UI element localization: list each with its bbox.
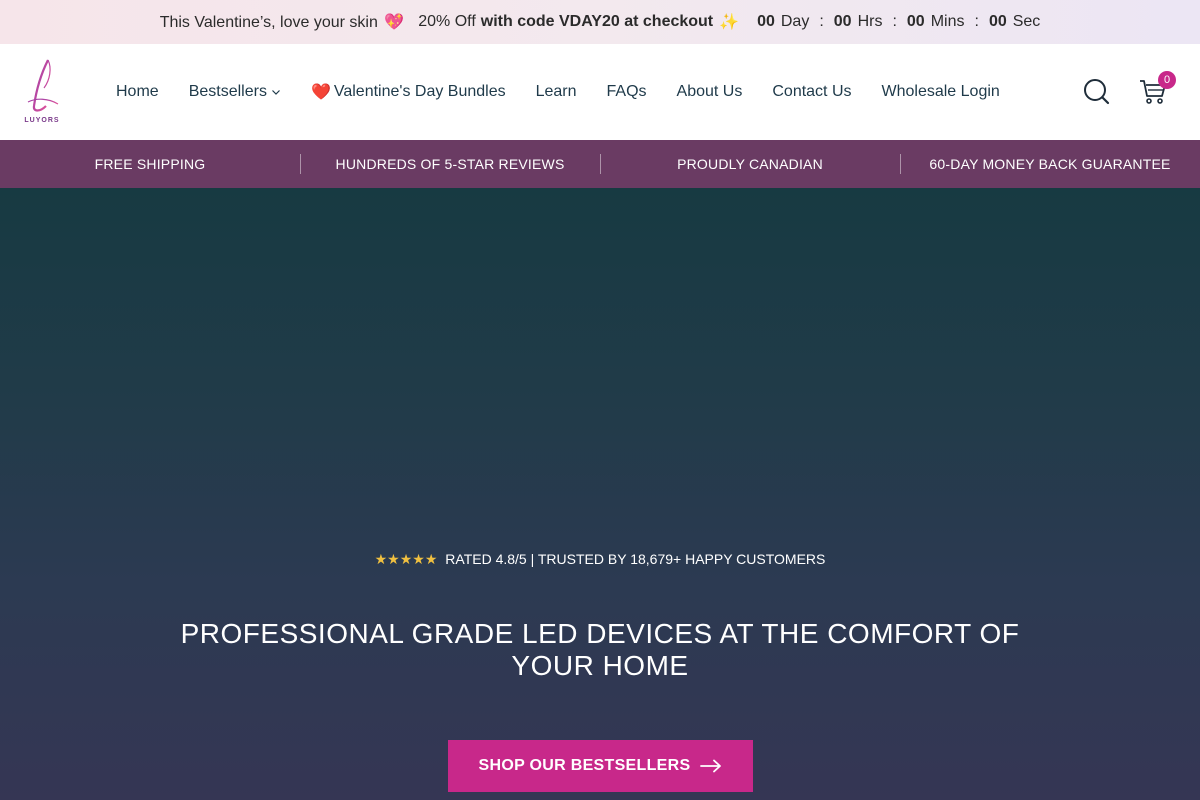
benefit-free-shipping: FREE SHIPPING — [94, 156, 206, 172]
countdown-minutes-unit: Mins — [930, 13, 965, 30]
logo-mark-icon — [27, 59, 59, 112]
nav-valentines-bundles[interactable]: ❤️ Valentine's Day Bundles — [311, 82, 506, 102]
countdown-days-unit: Day — [780, 13, 810, 30]
countdown-minutes: 00 — [906, 13, 925, 30]
site-header: LUYORS Home Bestsellers ❤️ Valentine's D… — [0, 44, 1200, 140]
benefit-reviews: HUNDREDS OF 5-STAR REVIEWS — [300, 154, 600, 174]
logo-wordmark: LUYORS — [24, 117, 60, 124]
star-rating-icon: ★★★★★ — [374, 551, 438, 567]
announcement-bar: This Valentine’s, love your skin 💖 20% O… — [0, 0, 1200, 44]
countdown-timer: 00 Day : 00 Hrs : 00 Mins : 00 Sec — [757, 13, 1040, 31]
main-nav: Home Bestsellers ❤️ Valentine's Day Bund… — [116, 44, 1030, 140]
search-icon — [1084, 79, 1110, 105]
countdown-seconds-unit: Sec — [1012, 13, 1041, 30]
search-button[interactable] — [1082, 77, 1112, 107]
rating-line: ★★★★★ RATED 4.8/5 | TRUSTED BY 18,679+ H… — [0, 551, 1200, 568]
red-heart-icon: ❤️ — [310, 84, 331, 101]
shop-bestsellers-button[interactable]: SHOP OUR BESTSELLERS — [448, 740, 753, 792]
nav-faqs[interactable]: FAQs — [607, 83, 647, 101]
countdown-days: 00 — [757, 13, 775, 30]
cta-label: SHOP OUR BESTSELLERS — [478, 757, 691, 774]
rating-text: RATED 4.8/5 | TRUSTED BY 18,679+ HAPPY C… — [445, 551, 826, 567]
nav-wholesale-login[interactable]: Wholesale Login — [882, 83, 1000, 101]
countdown-separator: : — [974, 13, 979, 30]
announcement-message: This Valentine’s, love your skin 💖 — [159, 14, 405, 31]
countdown-separator: : — [892, 13, 897, 30]
benefit-canadian: PROUDLY CANADIAN — [600, 154, 900, 174]
nav-bestsellers[interactable]: Bestsellers — [189, 83, 281, 101]
hero-headline: PROFESSIONAL GRADE LED DEVICES AT THE CO… — [180, 618, 1020, 681]
nav-learn[interactable]: Learn — [536, 83, 577, 101]
nav-about-us[interactable]: About Us — [677, 83, 743, 101]
chevron-down-icon — [271, 87, 281, 97]
countdown-separator: : — [819, 13, 824, 30]
nav-contact-us[interactable]: Contact Us — [772, 83, 851, 101]
sparkle-icon: ✨ — [719, 14, 740, 31]
countdown-hours-unit: Hrs — [857, 13, 883, 30]
countdown-seconds: 00 — [988, 13, 1007, 30]
benefits-bar: FREE SHIPPING HUNDREDS OF 5-STAR REVIEWS… — [0, 140, 1200, 188]
discount-text: 20% Off — [418, 13, 476, 30]
cart-count-badge: 0 — [1158, 71, 1176, 89]
countdown-hours: 00 — [833, 13, 852, 30]
benefit-guarantee: 60-DAY MONEY BACK GUARANTEE — [900, 154, 1200, 174]
arrow-right-icon — [700, 759, 722, 773]
nav-home[interactable]: Home — [116, 83, 159, 101]
heart-icon: 💖 — [384, 14, 405, 31]
hero-section: ★★★★★ RATED 4.8/5 | TRUSTED BY 18,679+ H… — [0, 188, 1200, 800]
promo-code-text: with code VDAY20 at checkout — [480, 13, 714, 30]
brand-logo[interactable]: LUYORS — [18, 58, 66, 126]
